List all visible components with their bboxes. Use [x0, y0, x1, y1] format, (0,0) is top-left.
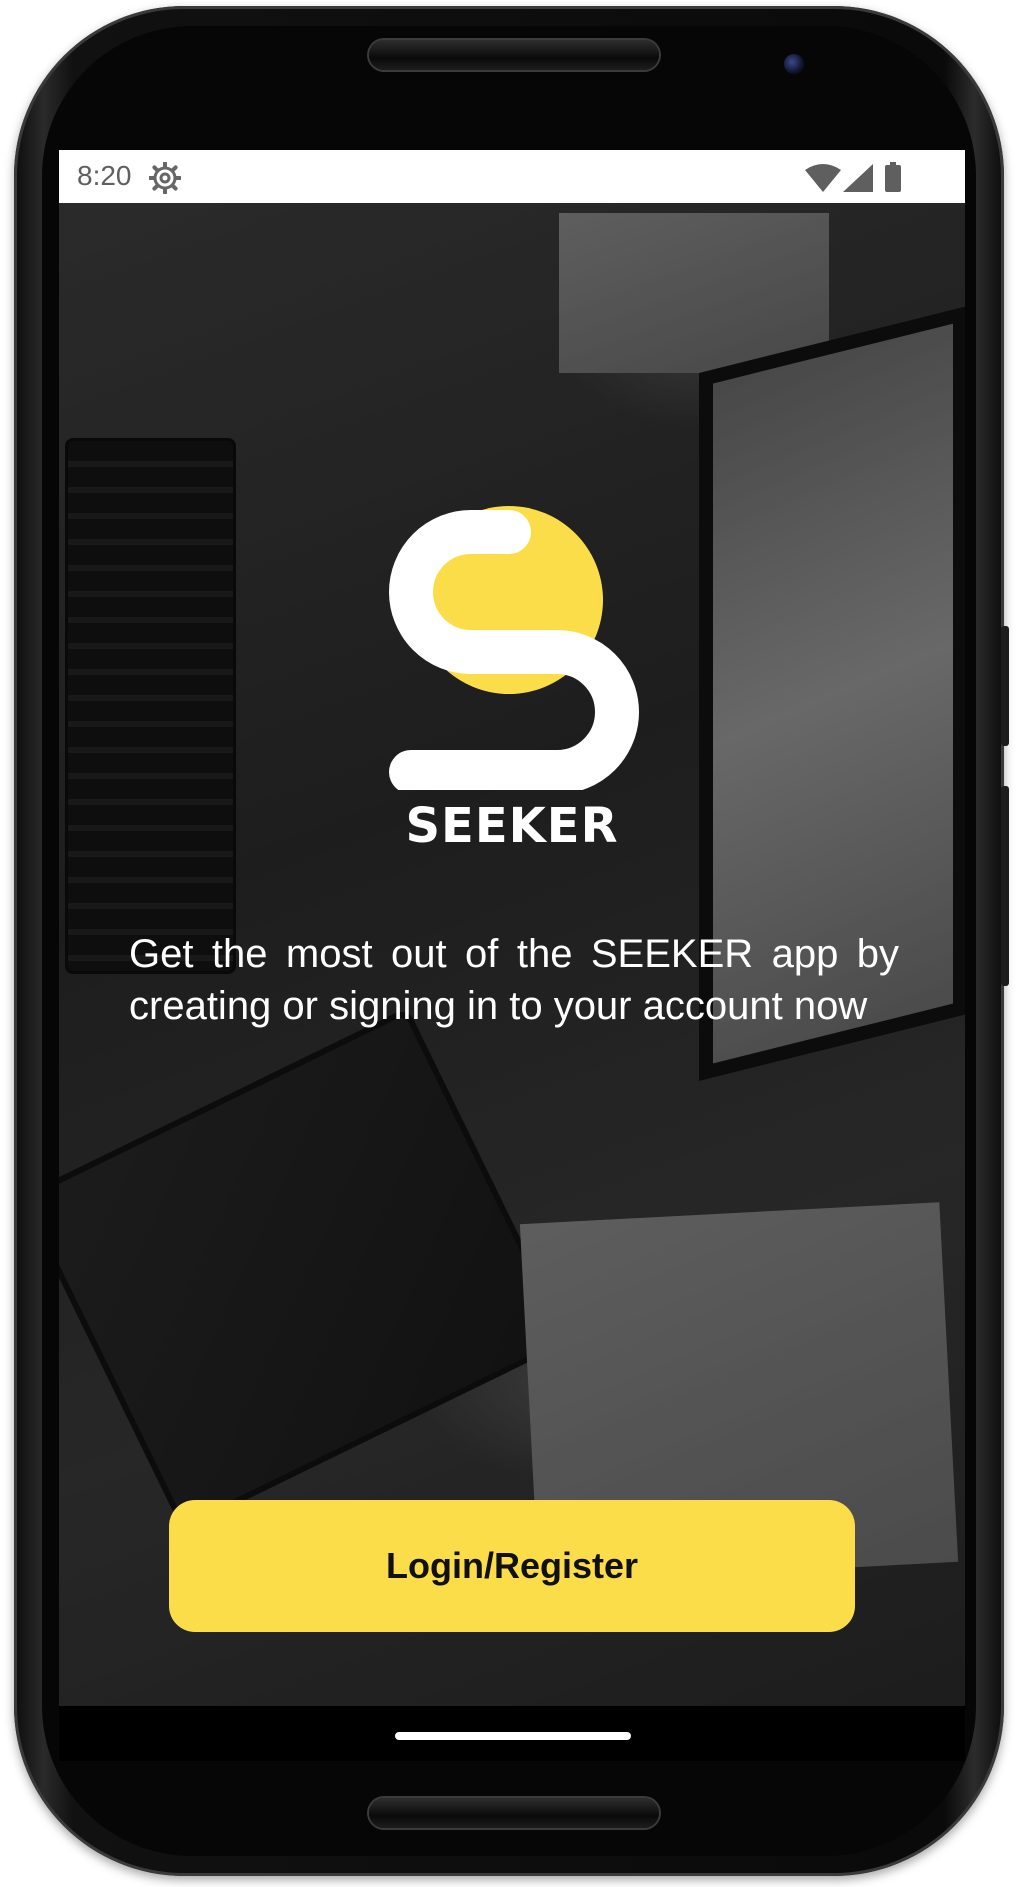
- brand-name: SEEKER: [405, 798, 619, 854]
- top-speaker: [369, 40, 659, 70]
- status-bar: 8:20: [59, 150, 965, 203]
- app-screen: 8:20 SEEKER Get the most out of the SEEK…: [59, 150, 965, 1706]
- volume-button: [1001, 626, 1009, 746]
- power-button: [1001, 786, 1009, 986]
- navigation-bar: [59, 1706, 965, 1761]
- status-time: 8:20: [77, 160, 132, 191]
- bottom-speaker: [369, 1798, 659, 1828]
- home-gesture-handle[interactable]: [395, 1732, 631, 1740]
- wifi-icon: [805, 164, 841, 192]
- gear-icon: [149, 162, 181, 194]
- battery-icon: [885, 162, 901, 192]
- front-camera: [784, 54, 804, 74]
- seeker-logo: [389, 506, 639, 790]
- tagline-text: Get the most out of the SEEKER app by cr…: [129, 932, 899, 1028]
- cell-signal-icon: [843, 164, 873, 192]
- login-register-button[interactable]: Login/Register: [169, 1500, 855, 1632]
